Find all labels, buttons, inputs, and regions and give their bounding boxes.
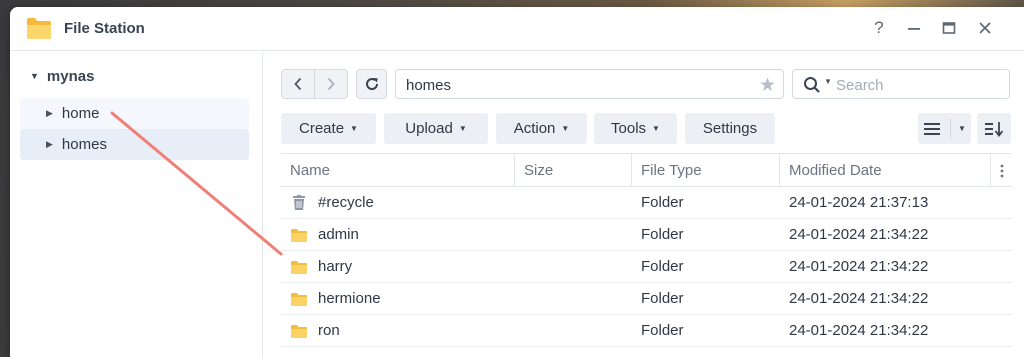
minimize-icon	[908, 28, 920, 30]
settings-button[interactable]: Settings	[685, 113, 775, 144]
file-station-app-icon	[27, 18, 51, 39]
dropdown-caret-icon: ▼	[350, 124, 358, 133]
tree-root-mynas[interactable]: ▼ mynas	[30, 67, 94, 85]
cell-name: ron	[281, 315, 515, 346]
cell-name: #recycle	[281, 187, 515, 218]
caret-right-icon[interactable]: ▶	[46, 139, 53, 150]
tools-label: Tools	[611, 120, 647, 137]
cell-modified: 24-01-2024 21:37:13	[789, 194, 929, 211]
table-row[interactable]: hermione Folder 24-01-2024 21:34:22	[281, 283, 1012, 315]
folder-icon	[291, 228, 307, 242]
cell-modified: 24-01-2024 21:34:22	[789, 290, 929, 307]
tree-item-home[interactable]: ▶ home	[20, 98, 249, 129]
file-name: #recycle	[318, 194, 374, 211]
divider	[950, 118, 952, 139]
maximize-icon	[942, 22, 956, 34]
cell-type: Folder	[641, 258, 684, 275]
search-box[interactable]: ▼	[792, 69, 1010, 99]
cell-modified: 24-01-2024 21:34:22	[789, 322, 929, 339]
star-icon[interactable]: ★	[759, 74, 776, 97]
close-button[interactable]	[974, 17, 996, 39]
table-header: Name Size File Type Modified Date	[281, 153, 1012, 187]
column-header-size[interactable]: Size	[515, 154, 632, 187]
tree-root-label: mynas	[46, 67, 95, 85]
caret-right-icon[interactable]: ▶	[46, 108, 53, 119]
folder-icon	[291, 324, 307, 338]
tools-button[interactable]: Tools ▼	[594, 113, 677, 144]
column-options-button[interactable]	[991, 154, 1012, 187]
upload-label: Upload	[405, 120, 453, 137]
cell-type: Folder	[641, 290, 684, 307]
help-button[interactable]: ?	[868, 17, 890, 39]
caret-down-icon[interactable]: ▼	[30, 71, 39, 81]
cell-modified: 24-01-2024 21:34:22	[789, 258, 929, 275]
folder-tree-sidebar: ▼ mynas ▶ home ▶ homes	[10, 52, 263, 357]
dropdown-caret-icon: ▼	[561, 124, 570, 133]
action-button[interactable]: Action ▼	[496, 113, 587, 144]
file-list-table: Name Size File Type Modified Date #recyc…	[281, 153, 1012, 347]
maximize-button[interactable]	[938, 17, 960, 39]
refresh-icon	[365, 78, 378, 90]
refresh-button[interactable]	[356, 69, 387, 99]
close-icon	[979, 22, 991, 34]
path-input[interactable]	[406, 76, 746, 94]
more-vertical-icon	[1000, 164, 1003, 177]
trash-icon	[293, 194, 305, 210]
cell-modified: 24-01-2024 21:34:22	[789, 226, 929, 243]
action-label: Action	[513, 120, 556, 137]
cell-size	[515, 315, 632, 346]
tree-item-homes[interactable]: ▶ homes	[20, 129, 249, 160]
view-mode-button[interactable]: ▼	[918, 113, 971, 144]
chevron-right-icon	[327, 77, 335, 91]
view-mode-dropdown-icon[interactable]: ▼	[958, 124, 966, 133]
search-icon[interactable]	[803, 76, 821, 94]
cell-type: Folder	[641, 322, 684, 339]
column-header-type[interactable]: File Type	[632, 154, 780, 187]
sort-icon	[985, 121, 1004, 137]
cell-size	[515, 283, 632, 314]
cell-type: Folder	[641, 194, 684, 211]
cell-type: Folder	[641, 226, 684, 243]
file-name: admin	[318, 226, 359, 243]
cell-size	[515, 187, 632, 218]
folder-icon	[291, 292, 307, 306]
cell-name: admin	[281, 219, 515, 250]
cell-size	[515, 219, 632, 250]
cell-name: harry	[281, 251, 515, 282]
dropdown-caret-icon: ▼	[652, 124, 660, 133]
title-bar[interactable]: File Station ?	[10, 7, 1024, 51]
tree-item-label: home	[61, 105, 100, 122]
create-label: Create	[299, 120, 345, 137]
list-view-icon	[924, 122, 941, 135]
minimize-button[interactable]	[903, 17, 925, 39]
table-row[interactable]: harry Folder 24-01-2024 21:34:22	[281, 251, 1012, 283]
create-button[interactable]: Create ▼	[281, 113, 376, 144]
file-station-window: File Station ? ▼ mynas ▶ home ▶ homes ho…	[10, 7, 1024, 357]
table-row[interactable]: admin Folder 24-01-2024 21:34:22	[281, 219, 1012, 251]
folder-icon	[291, 260, 307, 274]
upload-button[interactable]: Upload ▼	[384, 113, 488, 144]
back-button[interactable]	[282, 70, 314, 98]
search-input[interactable]	[836, 76, 1001, 94]
file-name: ron	[318, 322, 340, 339]
forward-button[interactable]	[314, 70, 347, 98]
column-header-name[interactable]: Name	[281, 154, 515, 187]
settings-label: Settings	[702, 120, 758, 137]
file-name: harry	[318, 258, 353, 275]
navigation-buttons	[281, 69, 348, 99]
window-title: File Station	[64, 20, 145, 37]
file-name: hermione	[318, 290, 381, 307]
table-row[interactable]: #recycle Folder 24-01-2024 21:37:13	[281, 187, 1012, 219]
main-pane: ★ ▼ Create ▼ Upload ▼ Action ▼ Tools ▼ S	[264, 52, 1024, 357]
column-header-modified[interactable]: Modified Date	[780, 154, 991, 187]
path-bar[interactable]: ★	[395, 69, 784, 99]
dropdown-caret-icon: ▼	[458, 124, 467, 133]
chevron-left-icon	[294, 77, 302, 91]
search-options-icon[interactable]: ▼	[824, 77, 832, 86]
sort-button[interactable]	[977, 113, 1011, 144]
tree-item-label: homes	[61, 136, 107, 153]
cell-name: hermione	[281, 283, 515, 314]
cell-size	[515, 251, 632, 282]
table-row[interactable]: ron Folder 24-01-2024 21:34:22	[281, 315, 1012, 347]
